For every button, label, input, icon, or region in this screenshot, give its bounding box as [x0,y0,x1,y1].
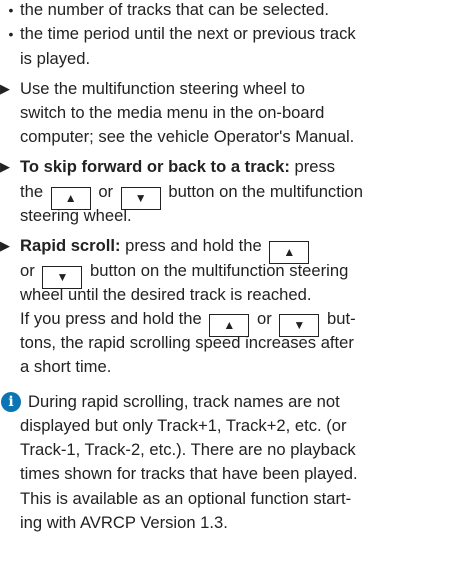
bullet-item: the number of tracks that can be selecte… [20,0,330,19]
step-arrow-icon: ▶ [0,81,10,96]
step-3-line: tons, the rapid scrolling speed increase… [20,333,354,352]
bullet-item-continued: is played. [20,49,91,68]
note-line: ing with AVRCP Version 1.3. [20,513,228,532]
step-2-title: To skip forward or back to a track: [20,157,290,176]
step-3-text: press and hold the [125,236,262,255]
note-line: Track-1, Track-2, etc.). There are no pl… [20,440,356,459]
step-3-title: Rapid scroll: [20,236,121,255]
step-3-line: a short time. [20,357,112,376]
note-line: During rapid scrolling, track names are … [28,392,340,411]
step-1-line: switch to the media menu in the on-board [20,103,325,122]
note-line: times shown for tracks that have been pl… [20,464,358,483]
step-3-line: wheel until the desired track is reached… [20,285,312,304]
bullet-icon: • [8,2,14,18]
step-2-line: steering wheel. [20,206,132,225]
step-3-text: but- [327,309,356,328]
bullet-item: the time period until the next or previo… [20,24,356,43]
step-arrow-icon: ▶ [0,159,10,174]
step-2-text: the [20,182,44,201]
step-3-text: If you press and hold the [20,309,202,328]
step-2-line: To skip forward or back to a track: pres… [20,155,335,179]
info-icon: i [1,392,21,412]
bullet-icon: • [8,26,14,42]
step-2-text: button on the multifunction [168,182,363,201]
step-1-line: Use the multifunction steering wheel to [20,79,306,98]
step-3-text: or [20,261,35,280]
step-3-text: button on the multifunction steering [90,261,349,280]
manual-page: • the number of tracks that can be selec… [0,0,458,581]
step-arrow-icon: ▶ [0,238,10,253]
step-1-line: computer; see the vehicle Operator's Man… [20,127,355,146]
note-line: displayed but only Track+1, Track+2, etc… [20,416,347,435]
note-line: This is available as an optional functio… [20,489,352,508]
step-2-text: or [98,182,114,201]
step-2-text: press [294,157,336,176]
step-3-text: or [256,309,272,328]
